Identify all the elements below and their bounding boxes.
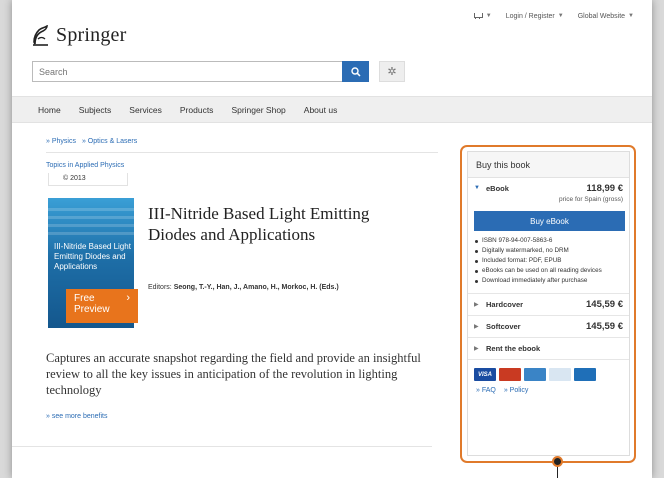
rent-ebook-option[interactable]: ▶ Rent the ebook xyxy=(468,338,629,360)
series-link[interactable]: Topics in Applied Physics xyxy=(46,162,124,169)
feature-item: eBooks can be used on all reading device… xyxy=(474,267,623,276)
global-website-menu[interactable]: Global Website ▼ xyxy=(578,13,634,20)
paypal-icon xyxy=(549,368,571,381)
search-bar: ✲ xyxy=(32,61,405,82)
springer-logo[interactable]: Springer xyxy=(32,24,126,47)
triangle-right-icon: ▶ xyxy=(474,346,479,352)
page: ▼ Login / Register ▼ Global Website ▼ Sp… xyxy=(12,0,652,478)
nav-services[interactable]: Services xyxy=(129,105,162,115)
ebook-price: 118,99 € xyxy=(586,182,623,194)
feature-item: Digitally watermarked, no DRM xyxy=(474,247,623,256)
ebook-option: ▼ eBook 118,99 € price for Spain (gross)… xyxy=(468,178,629,294)
buy-box: Buy this book ▼ eBook 118,99 € price for… xyxy=(467,151,630,456)
chevron-down-icon: ▼ xyxy=(485,13,492,19)
buy-box-title: Buy this book xyxy=(468,152,629,178)
price-note: price for Spain (gross) xyxy=(559,196,623,203)
cover-stripe xyxy=(48,216,134,219)
hardcover-price: 145,59 € xyxy=(586,299,623,310)
brand-name: Springer xyxy=(56,24,127,46)
chevron-right-icon: › xyxy=(126,292,130,304)
ebook-label: eBook xyxy=(486,183,509,193)
payment-methods: VISA xyxy=(468,360,629,381)
buy-ebook-button[interactable]: Buy eBook xyxy=(474,211,625,231)
see-more-benefits-link[interactable]: » see more benefits xyxy=(46,413,107,420)
login-register-label: Login / Register xyxy=(505,12,555,20)
nav-about-us[interactable]: About us xyxy=(304,105,338,115)
triangle-down-icon: ▼ xyxy=(474,185,480,191)
breadcrumb: » Physics » Optics & Lasers xyxy=(46,138,137,145)
cover-stripe xyxy=(48,208,134,211)
search-input[interactable] xyxy=(32,61,342,82)
rent-ebook-label: Rent the ebook xyxy=(486,344,541,353)
nav-home[interactable]: Home xyxy=(38,105,61,115)
book-title: III-Nitride Based Light Emitting Diodes … xyxy=(148,204,370,244)
softcover-price: 145,59 € xyxy=(586,321,623,332)
cover-title: III-Nitride Based Light Emitting Diodes … xyxy=(54,242,131,271)
faq-link[interactable]: » FAQ xyxy=(476,387,496,394)
callout-dot xyxy=(552,456,563,467)
main-nav: Home Subjects Services Products Springer… xyxy=(12,96,652,123)
divider xyxy=(46,152,438,153)
hardcover-option[interactable]: ▶ Hardcover 145,59 € xyxy=(468,294,629,316)
cover-stripe xyxy=(48,232,134,235)
cart-icon xyxy=(473,12,483,20)
ebook-toggle[interactable]: ▼ eBook 118,99 € xyxy=(474,178,623,198)
gear-icon: ✲ xyxy=(387,66,397,78)
chevron-down-icon: ▼ xyxy=(628,13,634,19)
triangle-right-icon: ▶ xyxy=(474,302,479,308)
nav-products[interactable]: Products xyxy=(180,105,214,115)
nav-subjects[interactable]: Subjects xyxy=(79,105,112,115)
ebook-features: ISBN 978-94-007-5863-6 Digitally waterma… xyxy=(474,237,623,286)
search-icon xyxy=(350,66,361,77)
mastercard-icon xyxy=(499,368,521,381)
maestro-card-icon xyxy=(574,368,596,381)
cover-stripe xyxy=(48,224,134,227)
feature-item: Included format: PDF, EPUB xyxy=(474,257,623,266)
feature-item: ISBN 978-94-007-5863-6 xyxy=(474,237,623,246)
free-preview-label: Free Preview xyxy=(74,293,110,315)
breadcrumb-physics[interactable]: » Physics xyxy=(46,138,76,145)
top-utility-bar: ▼ Login / Register ▼ Global Website ▼ xyxy=(473,12,634,20)
settings-button[interactable]: ✲ xyxy=(379,61,405,82)
nav-springer-shop[interactable]: Springer Shop xyxy=(231,105,285,115)
amex-card-icon xyxy=(524,368,546,381)
editors: Editors: Seong, T.-Y., Han, J., Amano, H… xyxy=(148,284,339,291)
login-register-menu[interactable]: Login / Register ▼ xyxy=(506,13,564,20)
hardcover-label: Hardcover xyxy=(486,300,524,309)
search-button[interactable] xyxy=(342,61,369,82)
global-website-label: Global Website xyxy=(577,12,626,20)
triangle-right-icon: ▶ xyxy=(474,324,479,330)
softcover-option[interactable]: ▶ Softcover 145,59 € xyxy=(468,316,629,338)
visa-card-icon: VISA xyxy=(474,368,496,381)
policy-link[interactable]: » Policy xyxy=(504,387,529,394)
buy-box-links: » FAQ » Policy xyxy=(468,381,629,394)
breadcrumb-optics-lasers[interactable]: » Optics & Lasers xyxy=(82,138,137,145)
editors-names: Seong, T.-Y., Han, J., Amano, H., Morkoc… xyxy=(173,284,339,291)
editors-prefix: Editors: xyxy=(148,284,172,291)
book-summary: Captures an accurate snapshot regarding … xyxy=(46,351,421,397)
softcover-label: Softcover xyxy=(486,322,521,331)
chevron-down-icon: ▼ xyxy=(557,13,564,19)
divider xyxy=(12,446,432,447)
cart-menu[interactable]: ▼ xyxy=(473,12,492,20)
feature-item: Download immediately after purchase xyxy=(474,277,623,286)
free-preview-button[interactable]: Free Preview › xyxy=(66,289,138,323)
springer-horse-icon xyxy=(33,24,48,46)
copyright-year: © 2013 xyxy=(48,173,128,186)
